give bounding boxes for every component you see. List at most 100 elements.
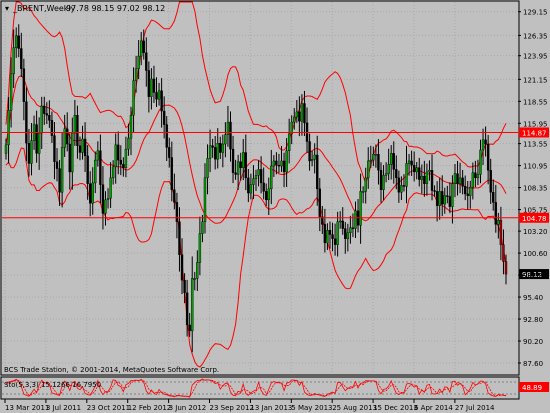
candle-body bbox=[53, 135, 56, 162]
y-tick-label: 90.20 bbox=[523, 338, 543, 346]
horizontal-line-label: 114.87 bbox=[522, 129, 547, 137]
candle-body bbox=[504, 261, 508, 275]
candle-body bbox=[236, 161, 240, 175]
candle-body bbox=[185, 292, 189, 326]
candle-body bbox=[211, 145, 214, 148]
candle-body bbox=[316, 154, 319, 190]
candle-body bbox=[203, 177, 207, 223]
candle-body bbox=[150, 78, 153, 97]
y-tick-label: 118.55 bbox=[523, 98, 548, 106]
candle-body bbox=[119, 159, 122, 165]
candle-body bbox=[122, 164, 125, 168]
chart-header-icon: ▾ bbox=[5, 4, 9, 13]
candle-body bbox=[91, 182, 94, 204]
candle-body bbox=[160, 90, 163, 112]
candle-body bbox=[361, 191, 365, 193]
candle-body bbox=[466, 193, 469, 196]
candle-body bbox=[298, 111, 301, 122]
y-tick-label: 103.20 bbox=[523, 228, 548, 236]
candle-body bbox=[377, 153, 380, 171]
y-tick-label: 110.95 bbox=[523, 163, 548, 171]
candle-body bbox=[168, 147, 171, 158]
candle-body bbox=[50, 120, 54, 136]
candle-body bbox=[428, 170, 431, 173]
candle-body bbox=[374, 153, 378, 156]
x-tick-label: 23 Oct 2011 bbox=[87, 404, 130, 412]
candle-body bbox=[497, 219, 500, 225]
y-tick-label: 92.80 bbox=[523, 316, 543, 324]
candle-body bbox=[155, 92, 158, 100]
candle-body bbox=[145, 52, 148, 71]
candle-body bbox=[443, 195, 446, 205]
candle-body bbox=[170, 157, 174, 190]
x-tick-label: 12 Feb 2012 bbox=[128, 404, 172, 412]
horizontal-line-label: 104.78 bbox=[522, 215, 547, 223]
candle-body bbox=[137, 55, 140, 69]
candle-body bbox=[239, 161, 242, 168]
candle-body bbox=[129, 115, 133, 139]
candle-body bbox=[201, 221, 204, 234]
candle-body bbox=[175, 202, 179, 223]
oscillator-label: Sto(5,3,3) 15.1266 16.7950 bbox=[4, 381, 101, 389]
candle-body bbox=[71, 132, 74, 173]
chart-canvas: 114.87104.7898.12 129.15126.35123.95121.… bbox=[0, 0, 550, 413]
candle-body bbox=[254, 175, 258, 179]
candle-body bbox=[308, 141, 311, 162]
candle-body bbox=[410, 160, 413, 166]
x-tick-label: 15 Dec 2013 bbox=[373, 404, 418, 412]
candle-body bbox=[275, 160, 278, 166]
candle-body bbox=[285, 150, 288, 173]
candle-body bbox=[333, 238, 337, 245]
candle-body bbox=[15, 35, 18, 48]
candle-body bbox=[318, 188, 321, 217]
x-tick-label: 5 May 2013 bbox=[291, 404, 332, 412]
candle-body bbox=[106, 197, 110, 201]
candle-body bbox=[99, 150, 102, 185]
candle-body bbox=[178, 221, 181, 255]
candle-body bbox=[152, 78, 156, 93]
y-tick-label: 108.35 bbox=[523, 185, 548, 193]
candle-body bbox=[58, 168, 61, 193]
candle-body bbox=[55, 161, 59, 169]
candle-body bbox=[372, 153, 375, 161]
candle-body bbox=[402, 185, 406, 187]
candle-body bbox=[114, 144, 117, 168]
candle-body bbox=[423, 175, 426, 184]
candle-body bbox=[453, 173, 457, 184]
candle-body bbox=[384, 173, 388, 176]
candle-body bbox=[502, 244, 505, 262]
candle-body bbox=[45, 113, 49, 116]
candle-body bbox=[12, 47, 15, 75]
candle-body bbox=[344, 228, 347, 239]
candle-body bbox=[328, 230, 332, 235]
candle-body bbox=[196, 262, 199, 279]
candle-body bbox=[78, 145, 82, 153]
candle-body bbox=[257, 169, 260, 176]
y-tick-label: 105.75 bbox=[523, 207, 548, 215]
candle-body bbox=[407, 160, 411, 164]
candle-body bbox=[303, 103, 306, 124]
candle-body bbox=[484, 139, 487, 145]
candle-body bbox=[387, 164, 390, 174]
candle-body bbox=[134, 68, 138, 81]
candle-body bbox=[390, 153, 393, 165]
x-tick-label: 13 Mar 2011 bbox=[5, 404, 49, 412]
candle-body bbox=[180, 254, 184, 281]
candle-body bbox=[400, 185, 403, 193]
candle-body bbox=[206, 158, 209, 179]
candle-body bbox=[132, 80, 135, 116]
candle-body bbox=[295, 111, 299, 118]
candle-body bbox=[392, 153, 395, 170]
candle-body bbox=[124, 148, 128, 168]
candle-body bbox=[382, 175, 385, 190]
candle-body bbox=[147, 70, 151, 97]
candle-body bbox=[27, 142, 31, 164]
candle-body bbox=[7, 110, 10, 146]
candle-body bbox=[277, 164, 281, 167]
candle-body bbox=[60, 147, 64, 193]
candle-body bbox=[425, 171, 429, 184]
candle-body bbox=[397, 177, 401, 193]
candle-body bbox=[456, 173, 459, 184]
candle-body bbox=[247, 177, 250, 194]
candle-body bbox=[81, 138, 84, 153]
